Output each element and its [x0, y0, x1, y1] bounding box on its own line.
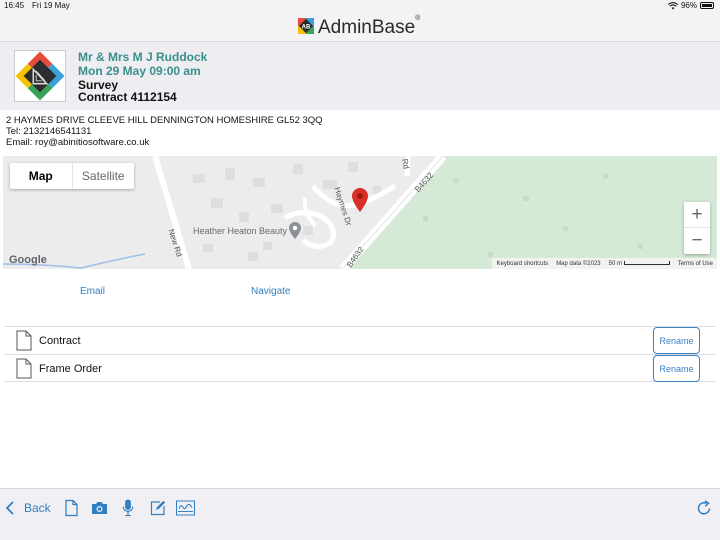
app-title-text: AdminBase: [318, 17, 416, 38]
document-name[interactable]: Frame Order: [39, 363, 102, 375]
email-link[interactable]: Email: [80, 286, 105, 297]
appointment-panel: Mr & Mrs M J Ruddock Mon 29 May 09:00 am…: [0, 42, 720, 110]
address-line: 2 HAYMES DRIVE CLEEVE HILL DENNINGTON HO…: [6, 115, 323, 126]
telephone-line: Tel: 2132146541131: [6, 126, 92, 137]
contact-details: 2 HAYMES DRIVE CLEEVE HILL DENNINGTON HO…: [6, 115, 323, 148]
company-logo: [14, 50, 66, 102]
new-document-icon[interactable]: [65, 499, 78, 517]
terms-of-use-link[interactable]: Terms of Use: [678, 261, 713, 267]
app-header: AB AdminBase®: [0, 12, 720, 42]
back-label[interactable]: Back: [24, 501, 51, 515]
compose-note-icon[interactable]: [150, 499, 166, 517]
zoom-out-button[interactable]: −: [684, 228, 710, 254]
chevron-left-icon: [6, 501, 14, 515]
map-data-attribution: Map data ©2023: [556, 260, 601, 267]
bottom-toolbar: Back: [0, 488, 720, 540]
map-scale: 50 m: [609, 261, 670, 267]
poi-label: Heather Heaton Beauty: [193, 226, 288, 236]
map-footer: Keyboard shortcuts Map data ©2023 50 m T…: [492, 258, 717, 269]
app-title: AdminBase®: [318, 15, 421, 39]
map-tab[interactable]: Map: [10, 163, 73, 189]
document-icon: [16, 358, 32, 379]
refresh-icon[interactable]: [697, 499, 712, 517]
scale-bar: [623, 260, 670, 265]
document-icon: [16, 330, 32, 351]
trademark: ®: [415, 15, 421, 22]
poi-pin-icon[interactable]: [289, 222, 301, 239]
location-map[interactable]: New Rd Haymes Dr B4632 B4632 Rd Heather …: [3, 156, 717, 269]
battery-percent: 96%: [680, 1, 697, 10]
zoom-in-button[interactable]: +: [684, 202, 710, 228]
zoom-controls[interactable]: + −: [684, 202, 710, 254]
keyboard-shortcuts-link[interactable]: Keyboard shortcuts: [496, 261, 548, 267]
status-bar: 16:45 Fri 19 May 96%: [0, 0, 720, 12]
rename-button[interactable]: Rename: [653, 355, 700, 382]
back-button[interactable]: Back: [6, 499, 51, 517]
scale-label: 50 m: [608, 260, 622, 267]
status-date: Fri 19 May: [32, 1, 70, 10]
status-right: 96%: [667, 1, 714, 10]
location-pin-icon[interactable]: [352, 188, 368, 212]
status-time: 16:45: [4, 1, 25, 10]
svg-text:AB: AB: [302, 25, 311, 31]
signature-icon[interactable]: [176, 499, 195, 517]
rename-button[interactable]: Rename: [653, 327, 700, 354]
email-line: Email: roy@abinitiosoftware.co.uk: [6, 137, 150, 148]
battery-icon: [700, 2, 714, 9]
satellite-tab[interactable]: Satellite: [73, 163, 135, 189]
microphone-icon[interactable]: [122, 499, 134, 517]
contract-number: Contract 4112154: [78, 90, 177, 104]
client-name: Mr & Mrs M J Ruddock: [78, 50, 208, 64]
app-logo-icon: AB: [298, 18, 314, 34]
document-row[interactable]: Contract Rename: [4, 326, 716, 354]
document-row[interactable]: Frame Order Rename: [4, 354, 716, 382]
document-name[interactable]: Contract: [39, 335, 81, 347]
camera-icon[interactable]: [91, 499, 108, 517]
google-logo[interactable]: Google: [9, 254, 47, 266]
appointment-date: Mon 29 May 09:00 am: [78, 64, 201, 78]
navigate-link[interactable]: Navigate: [251, 286, 290, 297]
map-type-toggle[interactable]: Map Satellite: [10, 163, 134, 189]
wifi-icon: [667, 1, 678, 9]
road-label-rd: Rd: [400, 158, 411, 170]
